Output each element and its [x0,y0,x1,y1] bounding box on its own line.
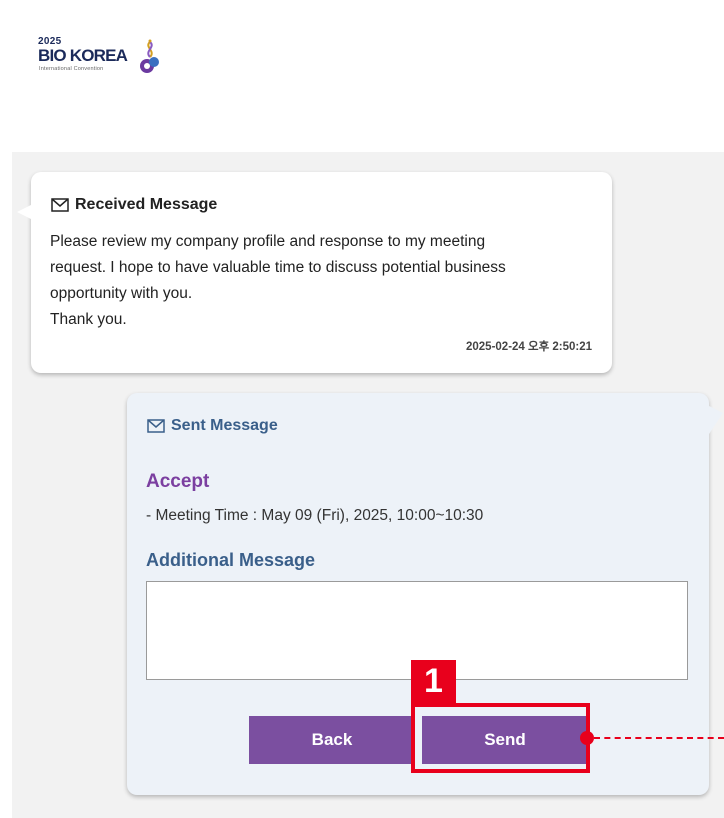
envelope-icon [147,419,165,433]
bio-korea-logo[interactable]: 2025 BIO KOREA International Convention [38,30,168,78]
received-message-line: Please review my company profile and res… [50,233,486,250]
received-message-header: Received Message [51,196,217,214]
logo-subtitle: International Convention [39,66,104,72]
received-message-body: Please review my company profile and res… [50,229,590,333]
additional-message-label: Additional Message [146,550,316,570]
callout-dot [580,731,594,745]
page: 2025 BIO KOREA International Convention … [0,0,724,818]
received-message-title: Received Message [75,196,218,213]
received-message-line: Thank you. [50,311,127,328]
step-number-badge: 1 [411,660,456,703]
meeting-time: - Meeting Time : May 09 (Fri), 2025, 10:… [146,507,484,524]
received-message-line: request. I hope to have valuable time to… [50,259,506,276]
accept-status: Accept [146,471,210,492]
sent-message-header: Sent Message [147,417,278,435]
sent-bubble-tail [707,405,723,437]
dna-logo-icon [140,39,159,73]
received-message-line: opportunity with you. [50,285,193,302]
received-timestamp: 2025-02-24 오후 2:50:21 [465,341,592,353]
received-message-bubble: Received Message Please review my compan… [17,172,612,373]
received-bubble-tail [17,204,33,220]
logo-name: BIO KOREA [38,46,128,65]
envelope-icon [51,198,69,212]
callout-line [594,737,724,739]
back-button[interactable]: Back [249,716,415,764]
highlight-box [411,703,590,773]
sent-message-title: Sent Message [171,417,278,434]
